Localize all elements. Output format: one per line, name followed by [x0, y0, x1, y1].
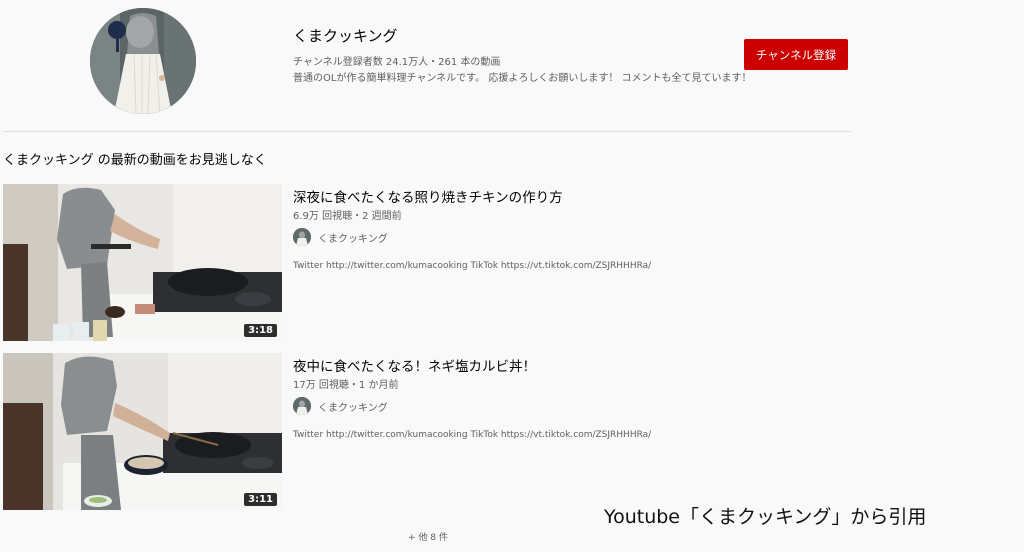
- channel-description: 普通のOLが作る簡単料理チャンネルです。 応援よろしくお願いします！ コメントも…: [293, 73, 752, 84]
- video-channel-name: くまクッキング: [318, 233, 388, 245]
- show-more-link[interactable]: + 他 8 件: [408, 530, 448, 543]
- video-item[interactable]: 3:18 深夜に食べたくなる照り焼きチキンの作り方 6.9万 回視聴・2 週間前…: [3, 184, 851, 342]
- channel-mini-avatar-icon: [293, 228, 311, 246]
- channel-stats: チャンネル登録者数 24.1万人・261 本の動画: [293, 57, 501, 68]
- channel-avatar-icon: [90, 8, 196, 114]
- video-title[interactable]: 夜中に食べたくなる！ネギ塩カルビ丼！: [293, 355, 536, 375]
- video-thumbnail[interactable]: 3:11: [3, 353, 282, 510]
- video-meta: 17万 回視聴・1 か月前: [293, 380, 399, 391]
- thumbnail-image: [3, 184, 282, 341]
- video-title[interactable]: 深夜に食べたくなる照り焼きチキンの作り方: [293, 186, 563, 206]
- thumbnail-image: [3, 353, 282, 510]
- video-item[interactable]: 3:11 夜中に食べたくなる！ネギ塩カルビ丼！ 17万 回視聴・1 か月前 くま…: [3, 353, 851, 511]
- channel-avatar[interactable]: [90, 8, 196, 114]
- subscribe-button[interactable]: チャンネル登録: [744, 39, 848, 70]
- video-channel[interactable]: くまクッキング: [293, 397, 388, 415]
- video-description: Twitter http://twitter.com/kumacooking T…: [293, 261, 652, 271]
- video-channel[interactable]: くまクッキング: [293, 228, 388, 246]
- source-credit: Youtube「くまクッキング」から引用: [604, 506, 927, 528]
- video-description: Twitter http://twitter.com/kumacooking T…: [293, 430, 652, 440]
- channel-mini-avatar-icon: [293, 397, 311, 415]
- channel-name[interactable]: くまクッキング: [293, 25, 398, 46]
- video-thumbnail[interactable]: 3:18: [3, 184, 282, 341]
- section-title: くまクッキング の最新の動画をお見逃しなく: [3, 153, 267, 168]
- video-channel-name: くまクッキング: [318, 402, 388, 414]
- video-meta: 6.9万 回視聴・2 週間前: [293, 211, 402, 222]
- divider: [3, 131, 851, 132]
- video-duration: 3:11: [244, 493, 277, 506]
- video-duration: 3:18: [244, 324, 277, 337]
